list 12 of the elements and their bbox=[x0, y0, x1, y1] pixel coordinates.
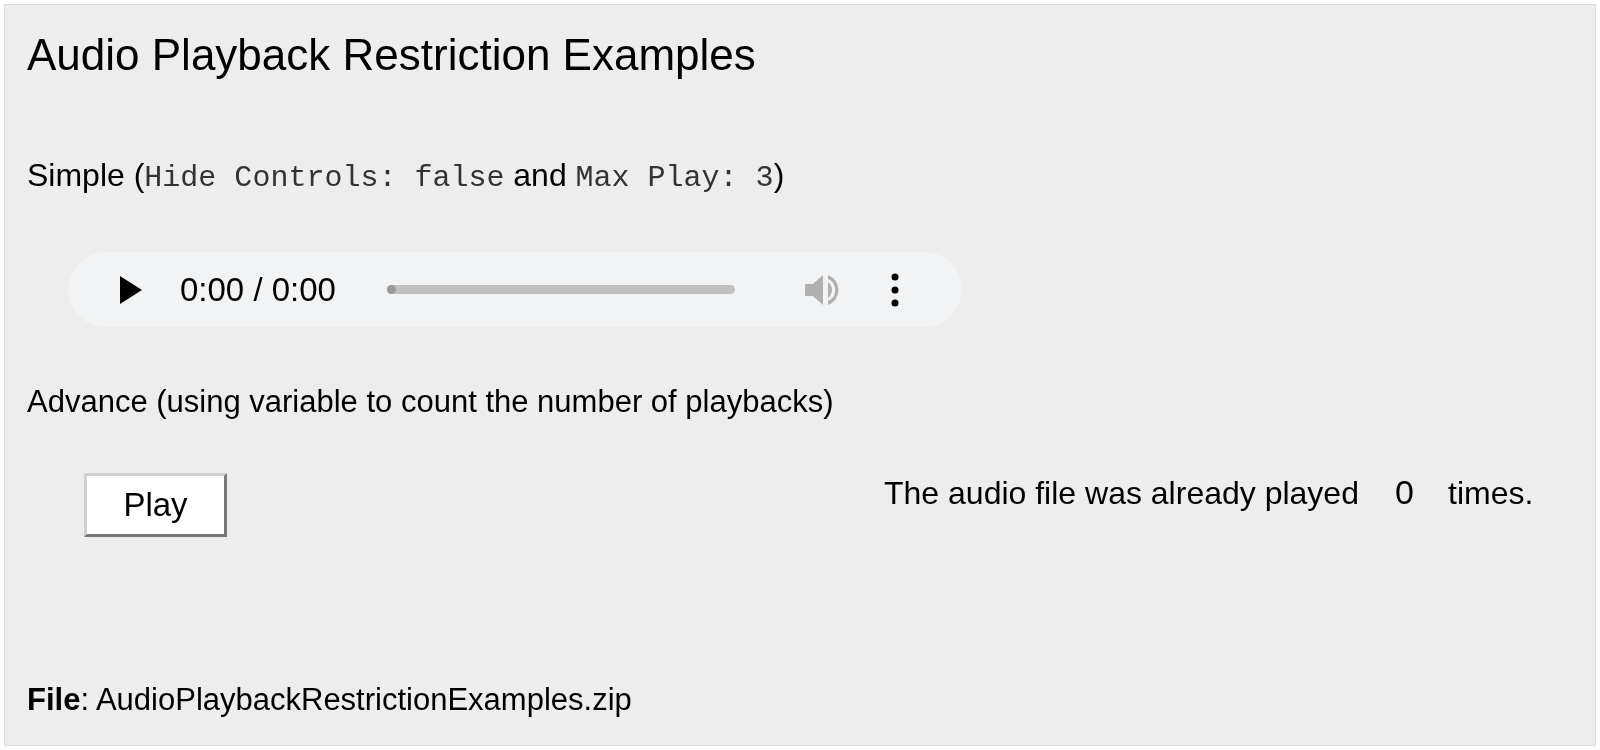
file-info: File: AudioPlaybackRestrictionExamples.zip bbox=[27, 681, 632, 719]
status-text: The audio file was already played bbox=[884, 474, 1359, 513]
simple-label: Simple (Hide Controls: false and Max Play: 3) bbox=[27, 156, 785, 197]
play-count: 0 bbox=[1395, 472, 1414, 513]
audio-player[interactable]: 0:00 / 0:00 bbox=[68, 252, 962, 327]
advance-label: Advance (using variable to count the number of playbacks) bbox=[27, 383, 834, 421]
play-icon[interactable] bbox=[118, 275, 142, 304]
status-text: times. bbox=[1448, 474, 1534, 513]
page-title: Audio Playback Restriction Examples bbox=[27, 33, 756, 77]
play-button[interactable]: Play bbox=[84, 473, 227, 537]
time-display: 0:00 / 0:00 bbox=[180, 269, 336, 310]
more-options-icon[interactable] bbox=[890, 272, 899, 307]
